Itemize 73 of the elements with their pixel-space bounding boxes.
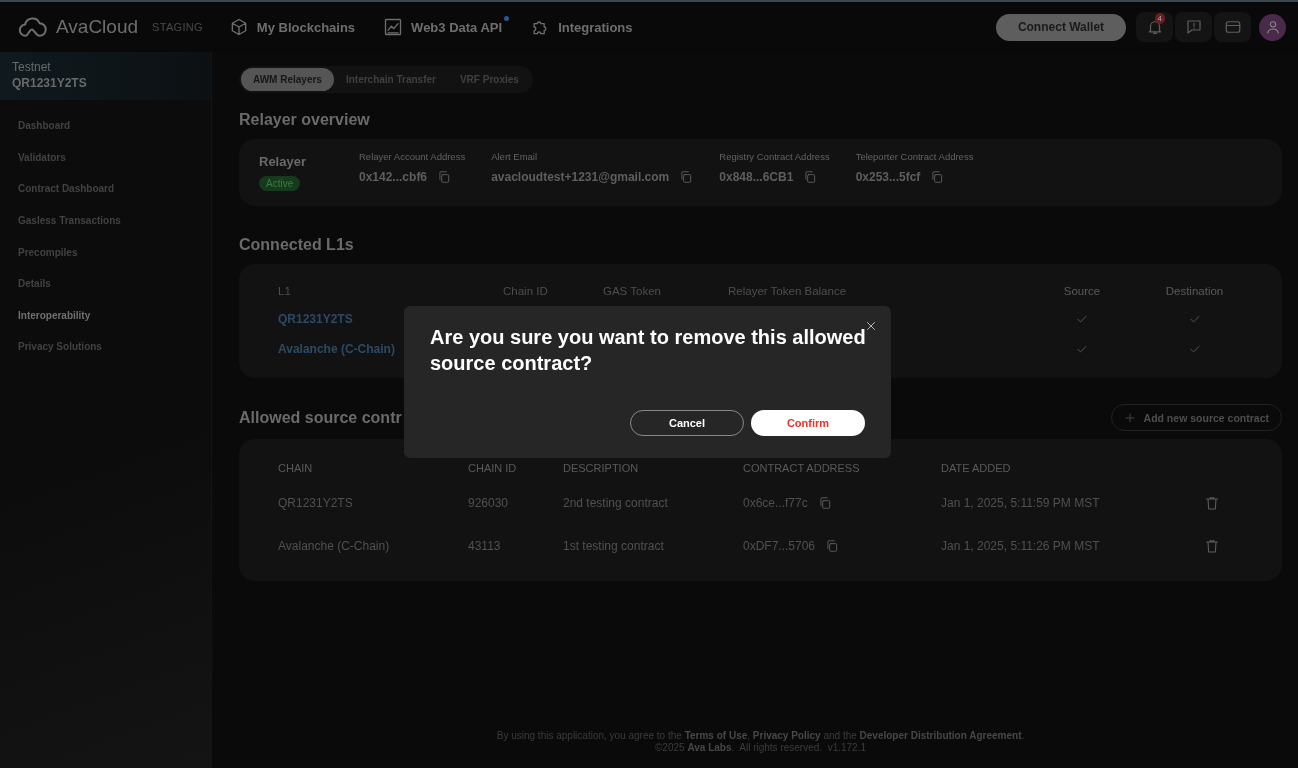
table-cell-text: Avalanche (C-Chain) xyxy=(278,538,391,553)
table-cell-text: 43113 xyxy=(468,538,502,553)
column-header: DATE ADDED xyxy=(941,462,1012,474)
trash-icon xyxy=(1204,494,1220,511)
copy-button[interactable] xyxy=(930,170,945,184)
feedback-button[interactable] xyxy=(1175,12,1212,42)
notifications-button[interactable]: 4 xyxy=(1136,12,1173,42)
copy-button[interactable] xyxy=(803,170,818,184)
field-value: 0x848...6CB1 xyxy=(719,170,794,184)
nav-link[interactable]: Web3 Data API xyxy=(383,17,503,37)
copy-button[interactable] xyxy=(817,495,832,510)
avatar-button[interactable] xyxy=(1259,13,1286,41)
table-cell-text: QR1231Y2TS xyxy=(278,495,354,510)
delete-button[interactable] xyxy=(1204,494,1220,511)
field-label: Registry Contract Address xyxy=(719,151,830,162)
network-selector[interactable]: Testnet QR1231Y2TS xyxy=(0,52,211,100)
chart-icon xyxy=(383,17,404,37)
close-icon xyxy=(865,320,877,332)
table-cell: 0x6ce...f77c xyxy=(743,495,808,510)
dialog-question: Are you sure you want to remove this allowed source contract? xyxy=(430,325,867,376)
status-badge: Active xyxy=(259,176,301,191)
copy-icon xyxy=(930,170,945,184)
field-label: Teleporter Contract Address xyxy=(855,151,974,162)
field-value: 0x253...5fcf xyxy=(855,170,921,184)
copy-icon xyxy=(437,170,452,184)
tab[interactable]: AWM Relayers xyxy=(241,68,334,91)
column-header: Destination xyxy=(1164,285,1225,297)
table-cell-text: 926030 xyxy=(468,495,510,510)
copy-icon xyxy=(679,170,694,184)
column-header: Source xyxy=(1062,285,1102,297)
copy-button[interactable] xyxy=(437,170,452,184)
table-cell-text: 2nd testing contract xyxy=(563,495,669,510)
environment-label: STAGING xyxy=(152,21,203,33)
copy-button[interactable] xyxy=(825,538,840,553)
table-cell-text: Jan 1, 2025, 5:11:26 PM MST xyxy=(941,538,1101,553)
table-cell: 0xDF7...5706 xyxy=(743,538,816,553)
close-button[interactable] xyxy=(865,320,877,332)
nav-link[interactable]: My Blockchains xyxy=(228,17,356,37)
copy-icon xyxy=(825,538,840,553)
confirm-button[interactable]: Confirm xyxy=(751,410,865,436)
column-header: CHAIN ID xyxy=(468,462,518,474)
nav-link[interactable]: Integrations xyxy=(530,17,633,37)
logo-text[interactable]: AvaCloud xyxy=(56,16,139,38)
person-icon xyxy=(1264,19,1281,35)
plus-icon xyxy=(1123,411,1136,424)
table-cell-text: 1st testing contract xyxy=(563,538,665,553)
section-title: Connected L1s xyxy=(239,236,355,254)
column-header: GAS Token xyxy=(603,285,662,297)
wallet-icon xyxy=(1223,18,1242,36)
copy-icon xyxy=(817,495,832,510)
column-header: DESCRIPTION xyxy=(563,462,640,474)
delete-button[interactable] xyxy=(1204,537,1220,554)
column-header: L1 xyxy=(278,285,292,297)
field-value: 0x142...cbf6 xyxy=(359,170,428,184)
column-header: Relayer Token Balance xyxy=(728,285,848,297)
field-label: Relayer Account Address xyxy=(359,151,466,162)
connect-wallet-button[interactable]: Connect Wallet xyxy=(996,13,1126,41)
column-header: CHAIN xyxy=(278,462,314,474)
trash-icon xyxy=(1204,537,1220,554)
column-header: Chain ID xyxy=(503,285,549,297)
relayer-name: Relayer xyxy=(259,154,307,169)
copy-button[interactable] xyxy=(679,170,694,184)
field-value: avacloudtest+1231@gmail.com xyxy=(491,170,670,184)
field-label: Alert Email xyxy=(491,151,539,162)
sidebar-item[interactable]: Interoperability xyxy=(0,299,211,332)
column-header: CONTRACT ADDRESS xyxy=(743,462,861,474)
table-cell-text: Jan 1, 2025, 5:11:59 PM MST xyxy=(941,495,1101,510)
copy-icon xyxy=(803,170,818,184)
section-title: Allowed source contr xyxy=(239,408,402,427)
wallet-button[interactable] xyxy=(1214,12,1251,42)
message-alert-icon xyxy=(1184,18,1203,36)
section-title: Relayer overview xyxy=(239,111,371,129)
notification-count: 4 xyxy=(1154,13,1165,24)
